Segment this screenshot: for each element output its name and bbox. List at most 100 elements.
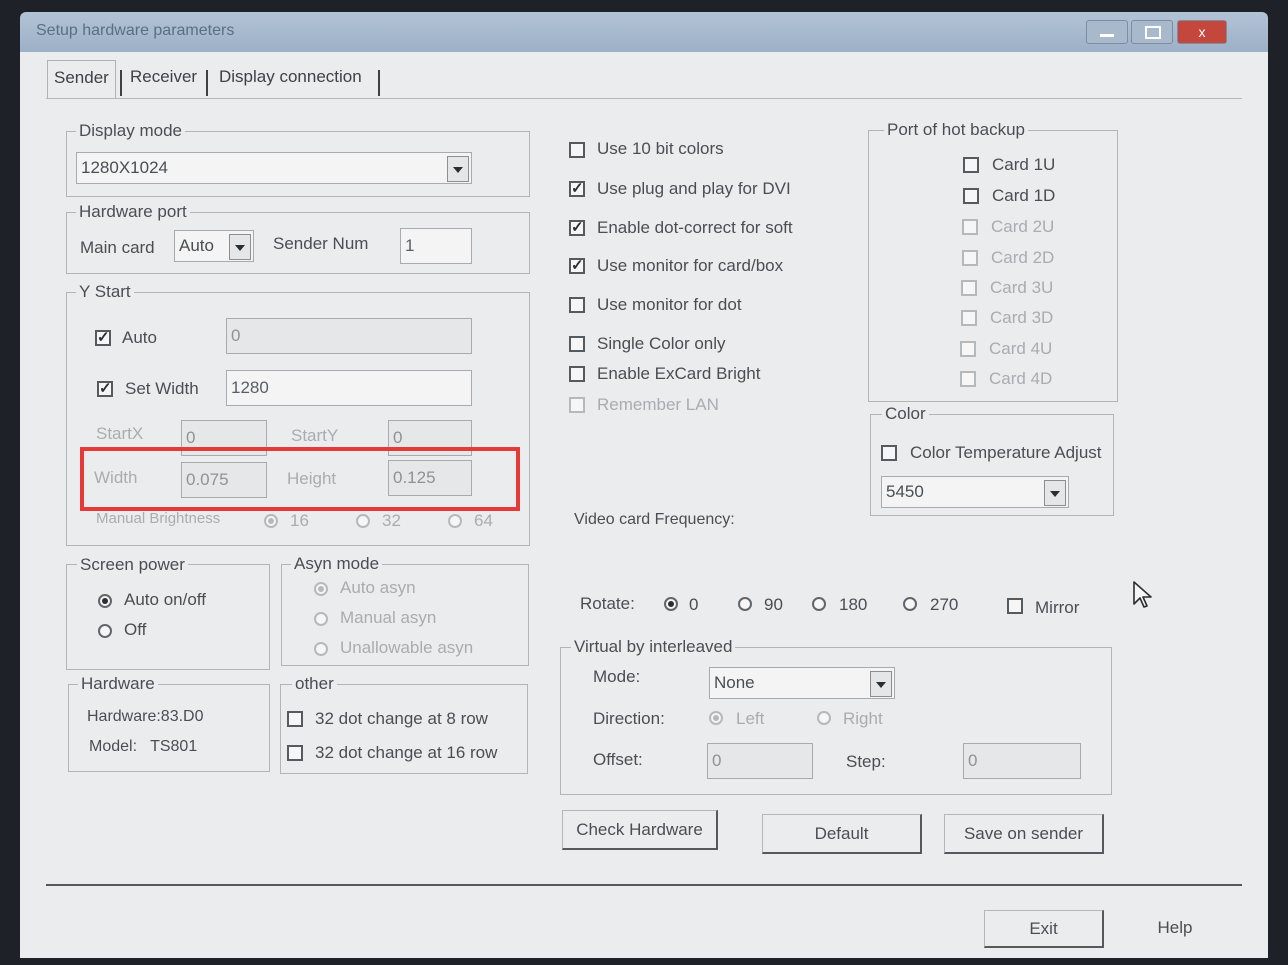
mirror-checkbox[interactable] [1007,598,1023,614]
main-card-value: Auto [179,236,214,255]
card-4d-label: Card 4D [989,369,1053,388]
tab-receiver[interactable]: Receiver [124,60,203,98]
minimize-button[interactable] [1086,20,1128,44]
rotate-180-radio[interactable] [812,597,826,611]
auto-value-input[interactable]: 0 [226,318,472,354]
card-2d-checkbox[interactable] [962,250,978,266]
tab-display-connection[interactable]: Display connection [213,60,368,98]
monitor-card-box-checkbox[interactable]: ✓ [569,258,585,274]
mirror-label: Mirror [1035,598,1080,617]
mode-label: Mode: [593,667,641,686]
startx-label: StartX [96,424,144,443]
hot-backup-legend: Port of hot backup [884,120,1028,140]
help-button[interactable]: Help [1112,910,1238,948]
close-button[interactable]: x [1177,20,1227,44]
brightness-32-radio[interactable] [356,514,370,528]
y-start-legend: Y Start [76,282,134,302]
direction-right-radio[interactable] [817,711,831,725]
card-4u-label: Card 4U [989,339,1053,358]
remember-lan-label: Remember LAN [597,395,719,414]
display-mode-legend: Display mode [76,121,185,141]
manual-asyn-radio[interactable] [314,612,328,626]
brightness-32-label: 32 [382,511,401,530]
check-hardware-button[interactable]: Check Hardware [562,810,718,850]
color-temperature-checkbox[interactable] [881,445,897,461]
exit-button[interactable]: Exit [984,910,1104,948]
auto-asyn-radio[interactable] [314,582,328,596]
auto-label: Auto [122,328,157,347]
remember-lan-checkbox[interactable] [569,397,585,413]
rotate-90-radio[interactable] [738,597,752,611]
display-mode-value: 1280X1024 [81,158,168,177]
brightness-16-radio[interactable] [264,514,278,528]
default-button[interactable]: Default [762,814,922,854]
single-color-label: Single Color only [597,334,726,353]
dot-correct-label: Enable dot-correct for soft [597,218,793,237]
maximize-button[interactable] [1131,20,1173,44]
display-mode-select[interactable]: 1280X1024 [76,152,472,184]
card-1d-label: Card 1D [992,186,1056,205]
chevron-down-icon[interactable] [870,671,892,697]
chevron-down-icon[interactable] [1044,480,1066,506]
direction-label: Direction: [593,709,665,728]
use-10-bit-checkbox[interactable] [569,142,585,158]
manual-asyn-label: Manual asyn [340,608,437,627]
direction-right-label: Right [843,709,883,728]
auto-checkbox[interactable]: ✓ [95,330,111,346]
footer-separator [46,884,1242,886]
card-4d-checkbox[interactable] [960,371,976,387]
tab-baseline [46,98,1242,99]
card-3d-checkbox[interactable] [961,310,977,326]
sender-num-input[interactable]: 1 [400,228,472,264]
set-width-input[interactable]: 1280 [226,370,472,406]
plug-and-play-checkbox[interactable]: ✓ [569,181,585,197]
monitor-dot-label: Use monitor for dot [597,295,742,314]
dot-change-8-label: 32 dot change at 8 row [315,709,488,728]
chevron-down-icon[interactable] [229,234,251,260]
card-2u-checkbox[interactable] [962,219,978,235]
card-3u-checkbox[interactable] [961,280,977,296]
offset-input[interactable]: 0 [707,743,813,779]
color-temperature-value: 5450 [886,482,924,501]
card-2u-label: Card 2U [991,217,1055,236]
rotate-0-radio[interactable] [664,597,678,611]
brightness-16-label: 16 [290,511,309,530]
unallowable-asyn-label: Unallowable asyn [340,638,474,657]
unallowable-asyn-radio[interactable] [314,642,328,656]
rotate-270-radio[interactable] [903,597,917,611]
brightness-64-radio[interactable] [448,514,462,528]
set-width-label: Set Width [125,379,199,398]
screen-power-group [66,564,270,670]
highlight-box [80,447,520,511]
dot-change-16-label: 32 dot change at 16 row [315,743,498,762]
mode-select[interactable]: None [709,667,895,699]
tab-divider [378,70,380,96]
tab-sender[interactable]: Sender [47,60,116,99]
virtual-interleaved-legend: Virtual by interleaved [571,637,736,657]
main-card-select[interactable]: Auto [174,230,254,262]
color-temperature-select[interactable]: 5450 [881,476,1069,508]
chevron-down-icon[interactable] [447,156,469,182]
single-color-checkbox[interactable] [569,336,585,352]
auto-on-off-radio[interactable] [98,594,112,608]
save-on-sender-button[interactable]: Save on sender [944,814,1104,854]
monitor-dot-checkbox[interactable] [569,297,585,313]
step-input[interactable]: 0 [963,743,1081,779]
tab-divider [120,70,122,96]
monitor-card-box-label: Use monitor for card/box [597,256,784,275]
rotate-180-label: 180 [839,595,868,614]
off-radio[interactable] [98,624,112,638]
card-1d-checkbox[interactable] [963,188,979,204]
direction-left-radio[interactable] [709,711,723,725]
card-1u-checkbox[interactable] [963,157,979,173]
offset-label: Offset: [593,750,643,769]
brightness-64-label: 64 [474,511,493,530]
plug-and-play-label: Use plug and play for DVI [597,179,791,198]
dot-correct-checkbox[interactable]: ✓ [569,220,585,236]
card-4u-checkbox[interactable] [960,341,976,357]
dot-change-16-checkbox[interactable] [287,745,303,761]
excard-bright-checkbox[interactable] [569,366,585,382]
off-label: Off [124,620,147,639]
dot-change-8-checkbox[interactable] [287,711,303,727]
set-width-checkbox[interactable]: ✓ [97,381,113,397]
